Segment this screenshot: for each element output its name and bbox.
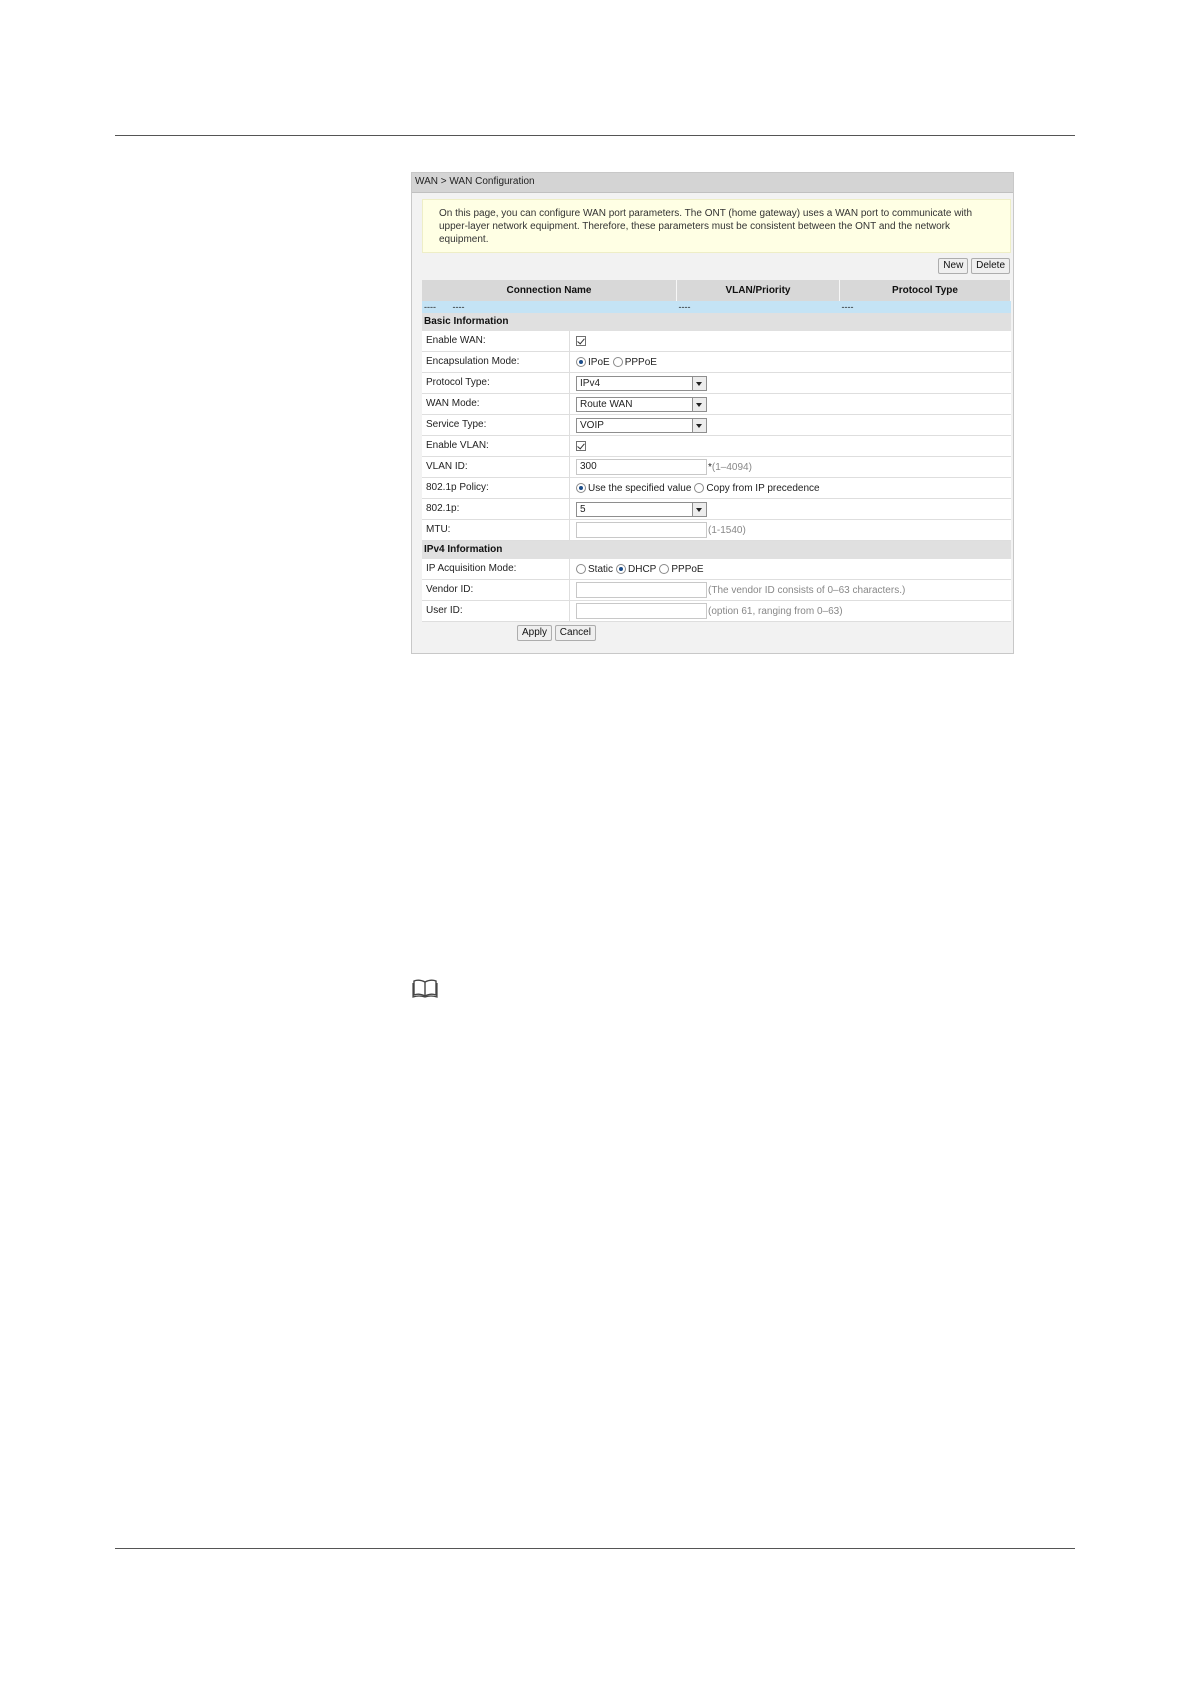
user-id-hint: (option 61, ranging from 0–63) xyxy=(708,605,843,617)
static-radio-label: Static xyxy=(588,563,614,575)
breadcrumb: WAN > WAN Configuration xyxy=(412,173,1013,193)
table-header-row: Connection Name VLAN/Priority Protocol T… xyxy=(422,280,1011,301)
mtu-row: MTU: (1-1540) xyxy=(422,520,1011,541)
header-rule xyxy=(115,135,1075,136)
specified-value-label: Use the specified value xyxy=(588,482,692,494)
connection-table: Connection Name VLAN/Priority Protocol T… xyxy=(422,280,1011,313)
chevron-down-icon xyxy=(692,418,706,432)
service-type-value: VOIP xyxy=(580,419,604,431)
service-type-select[interactable]: VOIP xyxy=(576,417,707,433)
policy-label: 802.1p Policy: xyxy=(422,478,570,498)
wan-mode-row: WAN Mode: Route WAN xyxy=(422,394,1011,415)
enable-wan-checkbox[interactable] xyxy=(576,336,586,346)
table-row[interactable]: ---- ---- ---- ---- xyxy=(422,301,1011,313)
encapsulation-label: Encapsulation Mode: xyxy=(422,352,570,372)
pppoe-radio-label: PPPoE xyxy=(624,356,657,368)
cell-dash: ---- xyxy=(452,302,465,312)
delete-button[interactable]: Delete xyxy=(971,258,1010,274)
vendor-id-input[interactable] xyxy=(576,582,707,598)
chevron-down-icon xyxy=(692,397,706,411)
footer-rule xyxy=(115,1548,1075,1549)
policy-row: 802.1p Policy: Use the specified value C… xyxy=(422,478,1011,499)
protocol-type-select[interactable]: IPv4 xyxy=(576,375,707,391)
new-button[interactable]: New xyxy=(938,258,969,274)
vlan-id-row: VLAN ID: 300 *(1–4094) xyxy=(422,457,1011,478)
ipoe-radio-label: IPoE xyxy=(588,356,610,368)
vlan-id-hint: *(1–4094) xyxy=(708,462,752,473)
static-radio[interactable] xyxy=(576,564,586,574)
pppoe-radio[interactable] xyxy=(612,357,623,367)
ip-acquisition-label: IP Acquisition Mode: xyxy=(422,559,570,579)
wan-mode-label: WAN Mode: xyxy=(422,394,570,414)
vendor-id-label: Vendor ID: xyxy=(422,580,570,600)
dhcp-radio-label: DHCP xyxy=(628,563,657,575)
vendor-id-row: Vendor ID: (The vendor ID consists of 0–… xyxy=(422,580,1011,601)
mtu-input[interactable] xyxy=(576,522,707,538)
dhcp-radio[interactable] xyxy=(616,564,627,574)
protocol-type-value: IPv4 xyxy=(580,377,601,389)
book-icon xyxy=(412,978,438,1003)
wan-mode-select[interactable]: Route WAN xyxy=(576,396,707,412)
wan-config-screenshot: WAN > WAN Configuration On this page, yo… xyxy=(411,172,1014,654)
apply-button[interactable]: Apply xyxy=(517,625,553,641)
enable-vlan-checkbox[interactable] xyxy=(576,441,586,451)
service-type-row: Service Type: VOIP xyxy=(422,415,1011,436)
enable-wan-label: Enable WAN: xyxy=(422,331,570,351)
user-id-input[interactable] xyxy=(576,603,707,619)
protocol-type-row: Protocol Type: IPv4 xyxy=(422,373,1011,394)
user-id-row: User ID: (option 61, ranging from 0–63) xyxy=(422,601,1011,622)
cell-dash: ---- xyxy=(424,302,436,312)
action-bar: Apply Cancel xyxy=(422,622,1011,642)
enable-vlan-label: Enable VLAN: xyxy=(422,436,570,456)
wan-mode-value: Route WAN xyxy=(580,398,633,410)
vendor-id-hint: (The vendor ID consists of 0–63 characte… xyxy=(708,584,906,596)
mtu-label: MTU: xyxy=(422,520,570,540)
p8021-label: 802.1p: xyxy=(422,499,570,519)
specified-value-radio[interactable] xyxy=(576,483,586,493)
header-protocol-type: Protocol Type xyxy=(839,280,1011,301)
p8021-value: 5 xyxy=(580,503,586,515)
service-type-label: Service Type: xyxy=(422,415,570,435)
vlan-id-input[interactable]: 300 xyxy=(576,459,707,475)
table-cell-connection: ---- ---- xyxy=(422,301,677,313)
copy-precedence-label: Copy from IP precedence xyxy=(706,482,820,494)
header-connection-name: Connection Name xyxy=(422,280,677,301)
ip-acquisition-row: IP Acquisition Mode: Static DHCP PPPoE xyxy=(422,559,1011,580)
enable-vlan-row: Enable VLAN: xyxy=(422,436,1011,457)
copy-precedence-radio[interactable] xyxy=(694,483,705,493)
intro-text: On this page, you can configure WAN port… xyxy=(422,199,1011,253)
ipv4-pppoe-radio[interactable] xyxy=(659,564,670,574)
vlan-id-range: (1–4094) xyxy=(711,461,752,473)
p8021-select[interactable]: 5 xyxy=(576,501,707,517)
cancel-button[interactable]: Cancel xyxy=(554,625,596,641)
enable-wan-row: Enable WAN: xyxy=(422,331,1011,352)
header-vlan-priority: VLAN/Priority xyxy=(676,280,840,301)
ipv4-info-heading: IPv4 Information xyxy=(422,541,1011,559)
table-cell-vlan: ---- xyxy=(676,301,840,313)
table-cell-protocol: ---- xyxy=(839,301,1011,313)
ipoe-radio[interactable] xyxy=(576,357,586,367)
ipv4-pppoe-radio-label: PPPoE xyxy=(671,563,704,575)
p8021-row: 802.1p: 5 xyxy=(422,499,1011,520)
toolbar: New Delete xyxy=(422,258,1010,278)
encapsulation-row: Encapsulation Mode: IPoE PPPoE xyxy=(422,352,1011,373)
user-id-label: User ID: xyxy=(422,601,570,621)
protocol-type-label: Protocol Type: xyxy=(422,373,570,393)
chevron-down-icon xyxy=(692,502,706,516)
basic-info-heading: Basic Information xyxy=(422,313,1011,331)
chevron-down-icon xyxy=(692,376,706,390)
vlan-id-label: VLAN ID: xyxy=(422,457,570,477)
mtu-hint: (1-1540) xyxy=(708,524,746,536)
